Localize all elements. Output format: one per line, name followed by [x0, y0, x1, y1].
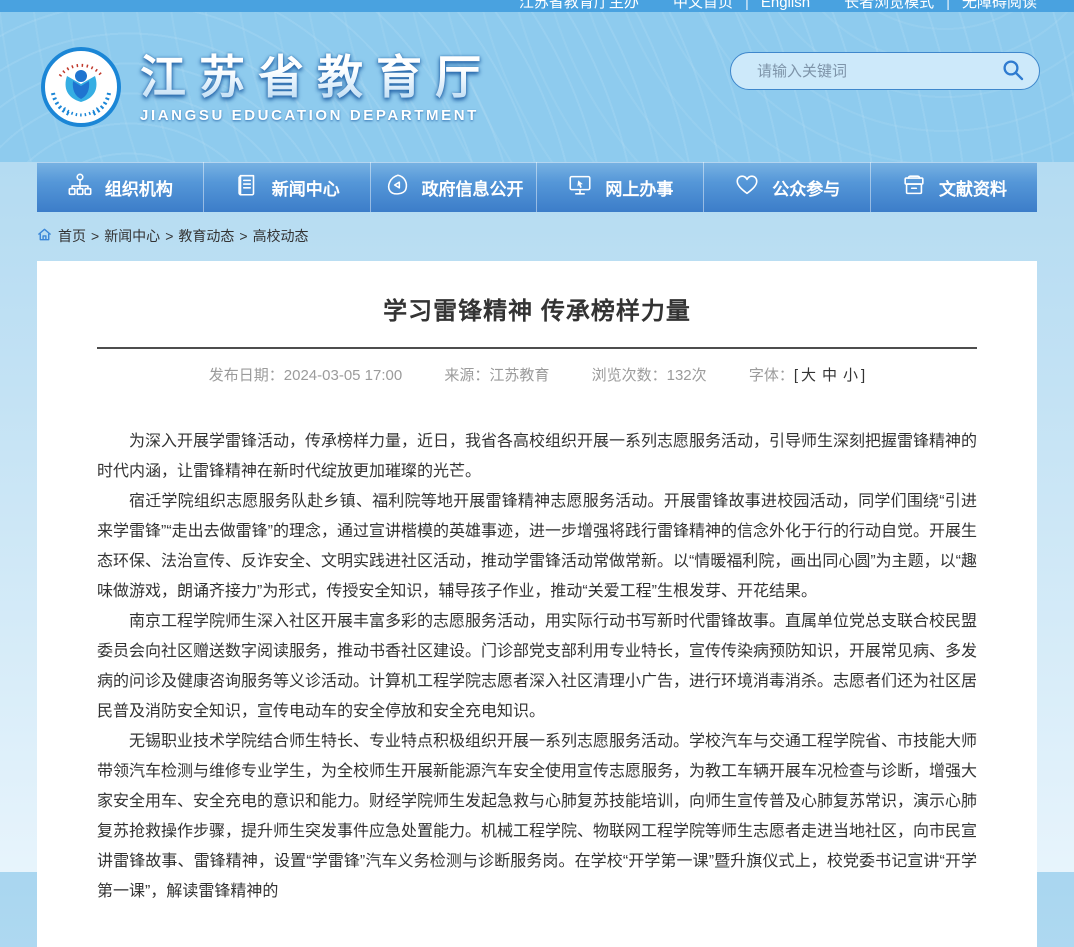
view-count-label: 浏览次数： [592, 367, 667, 384]
view-count-value: 132次 [667, 367, 707, 384]
topbar-link-host[interactable]: 江苏省教育厅主办 [519, 0, 639, 12]
nav-item-organization[interactable]: 组织机构 [37, 162, 203, 212]
site-brand-link[interactable]: 江苏省教育厅 JIANGSU EDUCATION DEPARTMENT [40, 46, 494, 128]
site-brand-text: 江苏省教育厅 JIANGSU EDUCATION DEPARTMENT [140, 51, 494, 124]
font-size-large-button[interactable]: 大 [801, 367, 816, 384]
breadcrumb-university-updates[interactable]: 高校动态 [253, 226, 309, 246]
article-meta: 发布日期：2024-03-05 17:00 来源：江苏教育 浏览次数：132次 … [97, 364, 977, 385]
title-divider [97, 347, 977, 349]
nav-item-label: 公众参与 [772, 175, 840, 200]
archive-icon [901, 172, 927, 203]
view-count: 浏览次数：132次 [592, 364, 707, 385]
news-doc-icon [234, 172, 260, 203]
site-name-en: JIANGSU EDUCATION DEPARTMENT [140, 107, 494, 124]
breadcrumb: 首页 > 新闻中心 > 教育动态 > 高校动态 [37, 223, 1037, 249]
search-button[interactable] [997, 58, 1039, 85]
font-size-small-button[interactable]: 小 [843, 367, 858, 384]
article-paragraph: 无锡职业技术学院结合师生特长、专业特点积极组织开展一系列志愿服务活动。学校汽车与… [97, 727, 977, 907]
breadcrumb-education-updates[interactable]: 教育动态 [178, 226, 234, 246]
site-header: 江苏省教育厅 JIANGSU EDUCATION DEPARTMENT [0, 12, 1074, 162]
article-title: 学习雷锋精神 传承榜样力量 [97, 297, 977, 327]
nav-item-online-services[interactable]: 网上办事 [536, 162, 703, 212]
breadcrumb-home[interactable]: 首页 [58, 226, 86, 246]
nav-item-documents[interactable]: 文献资料 [870, 162, 1037, 212]
article-body: 为深入开展学雷锋活动，传承榜样力量，近日，我省各高校组织开展一系列志愿服务活动，… [97, 427, 977, 907]
nav-item-news-center[interactable]: 新闻中心 [203, 162, 370, 212]
topbar: 江苏省教育厅主办 中文首页 | English 长者浏览模式 | 无障碍阅读 [0, 0, 1074, 12]
publish-date-value: 2024-03-05 17:00 [284, 367, 402, 384]
nav-item-label: 文献资料 [939, 175, 1007, 200]
article-paragraph: 南京工程学院师生深入社区开展丰富多彩的志愿服务活动，用实际行动书写新时代雷锋故事… [97, 607, 977, 727]
search-box [730, 52, 1040, 90]
publish-date-label: 发布日期： [209, 367, 284, 384]
source: 来源：江苏教育 [444, 364, 549, 385]
article-paragraph: 宿迁学院组织志愿服务队赴乡镇、福利院等地开展雷锋精神志愿服务活动。开展雷锋故事进… [97, 487, 977, 607]
font-size-bracket: ] [861, 367, 865, 384]
org-chart-icon [67, 172, 93, 203]
article-panel: 学习雷锋精神 传承榜样力量 发布日期：2024-03-05 17:00 来源：江… [37, 261, 1037, 947]
topbar-link-accessibility[interactable]: 无障碍阅读 [962, 0, 1037, 12]
heart-icon [734, 172, 760, 203]
topbar-link-elder-mode[interactable]: 长者浏览模式 [844, 0, 934, 12]
breadcrumb-separator: > [165, 228, 173, 244]
breadcrumb-news-center[interactable]: 新闻中心 [104, 226, 160, 246]
source-label: 来源： [444, 367, 489, 384]
topbar-link-english[interactable]: English [761, 0, 810, 12]
nav-item-label: 组织机构 [105, 175, 173, 200]
site-name: 江苏省教育厅 [140, 51, 494, 103]
font-size-medium-button[interactable]: 中 [822, 367, 837, 384]
topbar-links: 江苏省教育厅主办 中文首页 | English 长者浏览模式 | 无障碍阅读 [37, 0, 1037, 12]
search-input[interactable] [731, 53, 997, 89]
home-icon [37, 227, 58, 245]
font-size-bracket: [ [794, 367, 798, 384]
topbar-separator: | [946, 0, 950, 12]
search-icon [1001, 58, 1025, 85]
site-logo-icon [40, 46, 122, 128]
nav-item-label: 政府信息公开 [422, 175, 524, 200]
topbar-link-chinese-home[interactable]: 中文首页 [673, 0, 733, 12]
font-size-control: 字体：[大中小] [749, 364, 865, 385]
nav-item-label: 网上办事 [605, 175, 673, 200]
monitor-cursor-icon [567, 172, 593, 203]
breadcrumb-separator: > [239, 228, 247, 244]
source-value: 江苏教育 [489, 367, 549, 384]
info-disclosure-icon [384, 172, 410, 203]
main-nav: 组织机构 新闻中心 政府信息公开 网上办事 [37, 162, 1037, 212]
publish-date: 发布日期：2024-03-05 17:00 [209, 364, 402, 385]
nav-item-label: 新闻中心 [272, 175, 340, 200]
topbar-separator: | [745, 0, 749, 12]
font-size-label: 字体： [749, 367, 794, 384]
nav-item-public-participation[interactable]: 公众参与 [703, 162, 870, 212]
article-paragraph: 为深入开展学雷锋活动，传承榜样力量，近日，我省各高校组织开展一系列志愿服务活动，… [97, 427, 977, 487]
breadcrumb-separator: > [91, 228, 99, 244]
nav-item-gov-info[interactable]: 政府信息公开 [370, 162, 537, 212]
